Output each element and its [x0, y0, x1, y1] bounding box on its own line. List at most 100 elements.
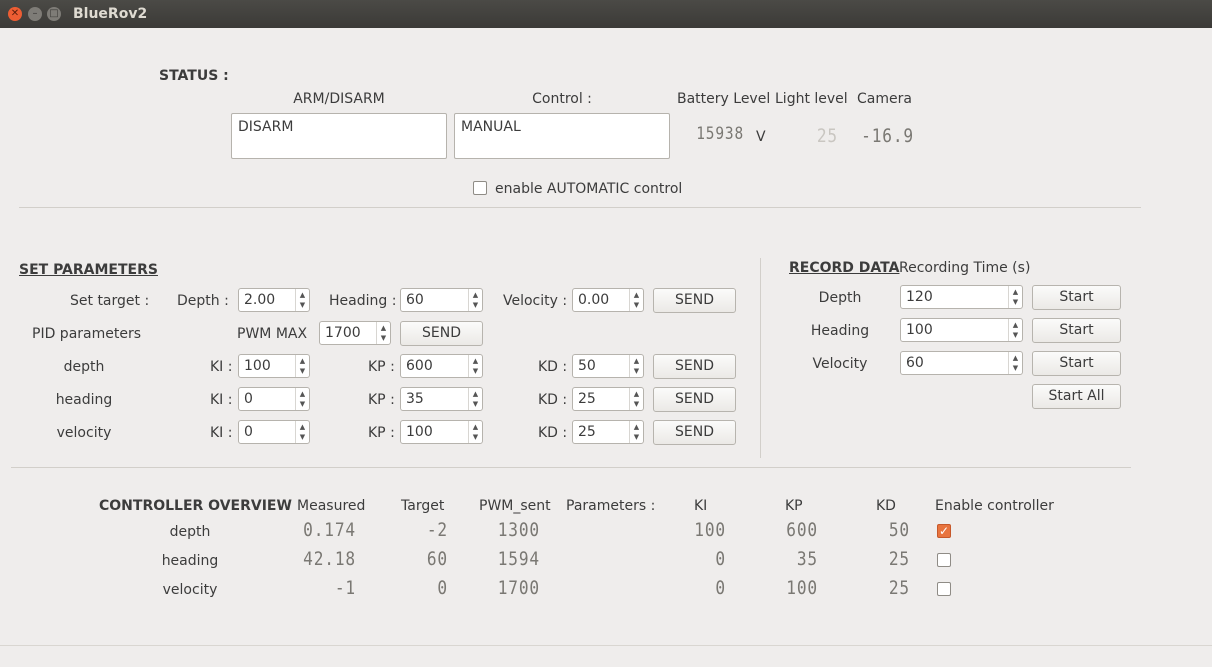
col-ki: KI [694, 498, 708, 514]
start-depth-record-button[interactable]: Start [1032, 285, 1121, 310]
arm-disarm-value: DISARM [238, 119, 294, 135]
record-depth-label: Depth [818, 290, 862, 306]
enable-heading-controller-checkbox[interactable] [937, 553, 951, 567]
heading-measured-display: 42.18 [303, 548, 356, 570]
kd-label: KD : [538, 359, 568, 375]
battery-level-display: 15938 [696, 124, 744, 144]
pwm-max-spinbox[interactable]: 1700 ▲ ▼ [319, 321, 391, 345]
depth-kp-value: 600 [406, 358, 433, 374]
battery-unit: V [756, 129, 766, 145]
col-enable-controller: Enable controller [935, 498, 1054, 514]
spin-arrows-icon[interactable]: ▲ ▼ [295, 289, 309, 311]
arm-disarm-label: ARM/DISARM [293, 91, 385, 107]
spin-arrows-icon[interactable]: ▲ ▼ [295, 388, 309, 410]
automatic-control-label: enable AUTOMATIC control [495, 181, 683, 197]
col-kp: KP [785, 498, 803, 514]
heading-target-label: Heading : [329, 293, 397, 309]
heading-kd-spinbox[interactable]: 25 ▲ ▼ [572, 387, 644, 411]
enable-velocity-controller-checkbox[interactable] [937, 582, 951, 596]
record-velocity-value: 60 [906, 355, 924, 371]
ki-label: KI : [210, 359, 233, 375]
control-mode-value: MANUAL [461, 119, 521, 135]
window-title: BlueRov2 [73, 6, 148, 22]
heading-target-spinbox[interactable]: 60 ▲ ▼ [400, 288, 483, 312]
spin-arrows-icon[interactable]: ▲ ▼ [295, 421, 309, 443]
col-kd: KD [876, 498, 896, 514]
kp-label: KP : [368, 359, 395, 375]
velocity-target-spinbox[interactable]: 0.00 ▲ ▼ [572, 288, 644, 312]
depth-target-label: Depth : [177, 293, 229, 309]
spin-arrows-icon[interactable]: ▲ ▼ [629, 289, 643, 311]
send-heading-pid-button[interactable]: SEND [653, 387, 736, 412]
spin-arrows-icon[interactable]: ▲ ▼ [629, 388, 643, 410]
automatic-control-checkbox[interactable] [473, 181, 487, 195]
spin-arrows-icon[interactable]: ▲ ▼ [1008, 319, 1022, 341]
control-mode-field[interactable]: MANUAL [454, 113, 670, 159]
start-heading-record-button[interactable]: Start [1032, 318, 1121, 343]
depth-pwm-display: 1300 [497, 519, 540, 541]
battery-level-label: Battery Level [677, 91, 771, 107]
kp-label: KP : [368, 425, 395, 441]
light-level-label: Light level [775, 91, 848, 107]
col-pwm-sent: PWM_sent [479, 498, 551, 514]
section-divider [760, 258, 761, 458]
send-velocity-pid-button[interactable]: SEND [653, 420, 736, 445]
spin-arrows-icon[interactable]: ▲ ▼ [468, 289, 482, 311]
enable-depth-controller-checkbox[interactable]: ✓ [937, 524, 951, 538]
send-target-button[interactable]: SEND [653, 288, 736, 313]
velocity-kd-display: 25 [888, 577, 910, 599]
depth-ki-spinbox[interactable]: 100 ▲ ▼ [238, 354, 310, 378]
heading-ki-spinbox[interactable]: 0 ▲ ▼ [238, 387, 310, 411]
record-data-heading: RECORD DATA [789, 260, 900, 276]
spin-arrows-icon[interactable]: ▲ ▼ [376, 322, 390, 344]
spin-arrows-icon[interactable]: ▲ ▼ [1008, 286, 1022, 308]
spin-arrows-icon[interactable]: ▲ ▼ [1008, 352, 1022, 374]
start-all-button[interactable]: Start All [1032, 384, 1121, 409]
start-velocity-record-button[interactable]: Start [1032, 351, 1121, 376]
depth-kp-display: 600 [786, 519, 818, 541]
spin-arrows-icon[interactable]: ▲ ▼ [468, 421, 482, 443]
minimize-window-button[interactable]: – [28, 7, 42, 21]
velocity-target-display: 0 [437, 577, 448, 599]
velocity-kp-spinbox[interactable]: 100 ▲ ▼ [400, 420, 483, 444]
maximize-window-button[interactable]: □ [47, 7, 61, 21]
velocity-kp-display: 100 [786, 577, 818, 599]
close-window-button[interactable]: ✕ [8, 7, 22, 21]
record-heading-label: Heading [810, 323, 870, 339]
depth-kd-spinbox[interactable]: 50 ▲ ▼ [572, 354, 644, 378]
status-bar [0, 645, 1212, 667]
overview-depth-label: depth [169, 524, 211, 540]
spin-arrows-icon[interactable]: ▲ ▼ [295, 355, 309, 377]
depth-kp-spinbox[interactable]: 600 ▲ ▼ [400, 354, 483, 378]
velocity-target-label: Velocity : [503, 293, 568, 309]
status-divider [19, 207, 1141, 208]
col-target: Target [401, 498, 445, 514]
spin-arrows-icon[interactable]: ▲ ▼ [629, 421, 643, 443]
velocity-kp-value: 100 [406, 424, 433, 440]
record-depth-value: 120 [906, 289, 933, 305]
send-pwm-button[interactable]: SEND [400, 321, 483, 346]
depth-target-value: 2.00 [244, 292, 276, 308]
arm-disarm-field[interactable]: DISARM [231, 113, 447, 159]
record-heading-spinbox[interactable]: 100 ▲ ▼ [900, 318, 1023, 342]
spin-arrows-icon[interactable]: ▲ ▼ [468, 388, 482, 410]
spin-arrows-icon[interactable]: ▲ ▼ [468, 355, 482, 377]
velocity-target-value: 0.00 [578, 292, 610, 308]
set-target-label: Set target : [70, 293, 150, 309]
velocity-kd-spinbox[interactable]: 25 ▲ ▼ [572, 420, 644, 444]
kp-label: KP : [368, 392, 395, 408]
title-bar: ✕ – □ BlueRov2 [0, 0, 1212, 28]
depth-target-display: -2 [426, 519, 448, 541]
light-level-display: 25 [816, 125, 838, 147]
velocity-ki-display: 0 [715, 577, 726, 599]
heading-kp-spinbox[interactable]: 35 ▲ ▼ [400, 387, 483, 411]
record-depth-spinbox[interactable]: 120 ▲ ▼ [900, 285, 1023, 309]
depth-target-spinbox[interactable]: 2.00 ▲ ▼ [238, 288, 310, 312]
record-velocity-spinbox[interactable]: 60 ▲ ▼ [900, 351, 1023, 375]
camera-label: Camera [857, 91, 912, 107]
params-divider [11, 467, 1131, 468]
velocity-ki-spinbox[interactable]: 0 ▲ ▼ [238, 420, 310, 444]
spin-arrows-icon[interactable]: ▲ ▼ [629, 355, 643, 377]
send-depth-pid-button[interactable]: SEND [653, 354, 736, 379]
record-velocity-label: Velocity [812, 356, 868, 372]
